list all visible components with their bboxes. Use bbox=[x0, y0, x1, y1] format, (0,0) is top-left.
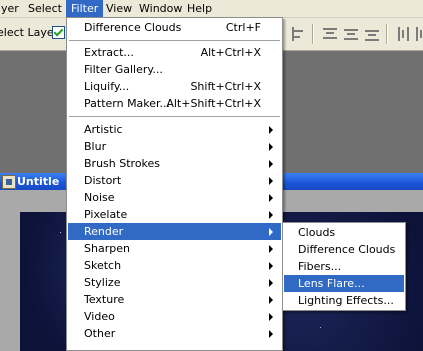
menu-layer[interactable]: yer bbox=[0, 0, 24, 17]
submenu-arrow-icon bbox=[269, 211, 273, 219]
star-dot bbox=[60, 232, 61, 233]
submenu-arrow-icon bbox=[269, 296, 273, 304]
menu-filter[interactable]: Filter bbox=[66, 0, 104, 17]
submenu-item-lens-flare[interactable]: Lens Flare... bbox=[284, 275, 404, 292]
submenu-item-difference-clouds[interactable]: Difference Clouds bbox=[284, 241, 404, 258]
menu-item-extract[interactable]: Extract... Alt+Ctrl+X bbox=[68, 44, 281, 61]
submenu-arrow-icon bbox=[269, 177, 273, 185]
menu-item-label: Sharpen bbox=[84, 242, 130, 255]
menu-item-sharpen[interactable]: Sharpen bbox=[68, 240, 281, 257]
menu-item-label: Video bbox=[84, 310, 115, 323]
submenu-arrow-icon bbox=[269, 194, 273, 202]
menu-item-label: Difference Clouds bbox=[298, 243, 396, 256]
menu-item-label: Liquify... bbox=[84, 80, 130, 93]
menu-item-video[interactable]: Video bbox=[68, 308, 281, 325]
menu-item-label: Brush Strokes bbox=[84, 157, 161, 170]
menu-item-label: Artistic bbox=[84, 123, 123, 136]
menu-item-label: Pattern Maker... bbox=[84, 97, 171, 110]
menu-item-shortcut: Shift+Ctrl+X bbox=[190, 80, 261, 93]
submenu-arrow-icon bbox=[269, 143, 273, 151]
submenu-arrow-icon bbox=[269, 330, 273, 338]
menu-item-label: Difference Clouds bbox=[84, 21, 182, 34]
auto-select-layer-label: elect Layer bbox=[0, 26, 59, 39]
menu-item-shortcut: Ctrl+F bbox=[225, 21, 261, 34]
menu-item-label: Other bbox=[84, 327, 116, 340]
submenu-arrow-icon bbox=[269, 228, 273, 236]
menu-separator bbox=[69, 40, 280, 41]
document-title: Untitle bbox=[17, 175, 60, 188]
render-submenu: Clouds Difference Clouds Fibers... Lens … bbox=[282, 222, 406, 311]
auto-select-checkbox[interactable] bbox=[52, 26, 65, 39]
menu-item-render[interactable]: Render bbox=[68, 223, 281, 240]
menu-item-pattern-maker[interactable]: Pattern Maker... Alt+Shift+Ctrl+X bbox=[68, 95, 281, 112]
submenu-arrow-icon bbox=[269, 262, 273, 270]
star-dot bbox=[320, 327, 321, 328]
menu-item-shortcut: Alt+Shift+Ctrl+X bbox=[166, 97, 261, 110]
menu-item-label: Filter Gallery... bbox=[84, 63, 163, 76]
menu-item-label: Extract... bbox=[84, 46, 134, 59]
options-separator bbox=[312, 24, 314, 44]
menu-separator bbox=[69, 116, 280, 117]
menu-item-label: Noise bbox=[84, 191, 115, 204]
align-left-edges-icon[interactable] bbox=[290, 26, 306, 42]
menu-item-label: Render bbox=[84, 225, 124, 238]
submenu-item-fibers[interactable]: Fibers... bbox=[284, 258, 404, 275]
menu-help[interactable]: Help bbox=[182, 0, 217, 17]
menu-item-stylize[interactable]: Stylize bbox=[68, 274, 281, 291]
submenu-arrow-icon bbox=[269, 313, 273, 321]
menu-item-noise[interactable]: Noise bbox=[68, 189, 281, 206]
submenu-arrow-icon bbox=[269, 245, 273, 253]
menu-item-label: Blur bbox=[84, 140, 107, 153]
menu-item-difference-clouds[interactable]: Difference Clouds Ctrl+F bbox=[68, 19, 281, 36]
menu-item-label: Lighting Effects... bbox=[298, 294, 394, 307]
filter-menu: Difference Clouds Ctrl+F Extract... Alt+… bbox=[66, 17, 283, 351]
menu-item-artistic[interactable]: Artistic bbox=[68, 121, 281, 138]
menu-item-label: Sketch bbox=[84, 259, 122, 272]
menu-item-brush-strokes[interactable]: Brush Strokes bbox=[68, 155, 281, 172]
menu-item-label: Stylize bbox=[84, 276, 121, 289]
distribute-horizontal-centers-icon[interactable] bbox=[414, 26, 423, 42]
submenu-item-lighting-effects[interactable]: Lighting Effects... bbox=[284, 292, 404, 309]
submenu-arrow-icon bbox=[269, 279, 273, 287]
menu-item-label: Distort bbox=[84, 174, 122, 187]
distribute-top-icon[interactable] bbox=[322, 26, 338, 42]
menu-item-liquify[interactable]: Liquify... Shift+Ctrl+X bbox=[68, 78, 281, 95]
menu-item-blur[interactable]: Blur bbox=[68, 138, 281, 155]
menu-item-distort[interactable]: Distort bbox=[68, 172, 281, 189]
menu-item-texture[interactable]: Texture bbox=[68, 291, 281, 308]
menu-bar: yer Select Filter View Window Help bbox=[0, 0, 423, 18]
submenu-arrow-icon bbox=[269, 126, 273, 134]
menu-item-shortcut: Alt+Ctrl+X bbox=[200, 46, 261, 59]
distribute-vertical-centers-icon[interactable] bbox=[343, 26, 359, 42]
document-icon bbox=[2, 175, 16, 189]
menu-item-filter-gallery[interactable]: Filter Gallery... bbox=[68, 61, 281, 78]
menu-item-label: Texture bbox=[84, 293, 125, 306]
menu-select[interactable]: Select bbox=[23, 0, 67, 17]
menu-view[interactable]: View bbox=[101, 0, 137, 17]
submenu-item-clouds[interactable]: Clouds bbox=[284, 224, 404, 241]
options-separator bbox=[386, 24, 388, 44]
submenu-arrow-icon bbox=[269, 160, 273, 168]
menu-item-label: Pixelate bbox=[84, 208, 128, 221]
menu-item-other[interactable]: Other bbox=[68, 325, 281, 342]
distribute-bottom-icon[interactable] bbox=[364, 26, 380, 42]
menu-item-sketch[interactable]: Sketch bbox=[68, 257, 281, 274]
menu-window[interactable]: Window bbox=[134, 0, 187, 17]
menu-item-label: Fibers... bbox=[298, 260, 342, 273]
menu-item-pixelate[interactable]: Pixelate bbox=[68, 206, 281, 223]
menu-item-label: Clouds bbox=[298, 226, 336, 239]
distribute-left-icon[interactable] bbox=[396, 26, 412, 42]
menu-item-label: Lens Flare... bbox=[298, 277, 365, 290]
